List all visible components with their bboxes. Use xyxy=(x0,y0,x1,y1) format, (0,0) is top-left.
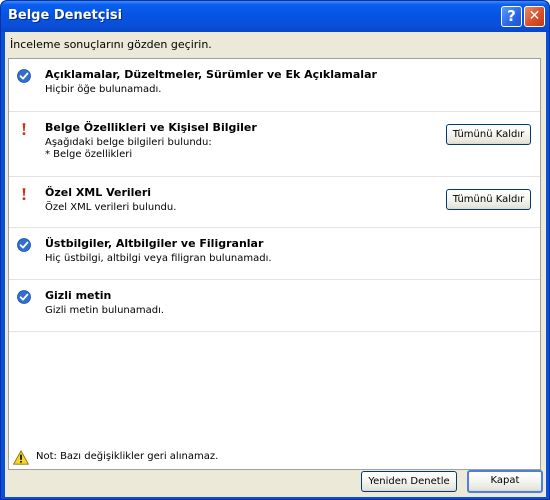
remove-all-button[interactable]: Tümünü Kaldır xyxy=(446,189,531,210)
section-details: Gizli metin bulunamadı. xyxy=(45,305,165,316)
help-button[interactable]: ? xyxy=(501,6,522,27)
section-details: Özel XML verileri bulundu. xyxy=(45,202,177,213)
section-custom-xml: Özel XML Verileri Özel XML verileri bulu… xyxy=(9,177,540,228)
section-heading: Gizli metin xyxy=(45,289,112,302)
dialog-body: İnceleme sonuçlarını gözden geçirin. Açı… xyxy=(5,32,546,497)
document-inspector-window: Belge Denetçisi ? ✕ İnceleme sonuçlarını… xyxy=(0,0,550,500)
section-heading: Özel XML Verileri xyxy=(45,186,152,199)
title-bar[interactable]: Belge Denetçisi ? ✕ xyxy=(1,1,549,32)
warning-icon xyxy=(13,450,29,465)
section-details: Aşağıdaki belge bilgileri bulundu: * Bel… xyxy=(45,137,212,160)
section-comments-revisions: Açıklamalar, Düzeltmeler, Sürümler ve Ek… xyxy=(9,59,540,112)
warning-text: Not: Bazı değişiklikler geri alınamaz. xyxy=(36,451,219,462)
section-heading: Açıklamalar, Düzeltmeler, Sürümler ve Ek… xyxy=(45,68,377,81)
exclamation-icon xyxy=(22,188,26,200)
section-heading: Belge Özellikleri ve Kişisel Bilgiler xyxy=(45,121,257,134)
check-circle-icon xyxy=(17,290,31,304)
results-panel: Açıklamalar, Düzeltmeler, Sürümler ve Ek… xyxy=(8,58,541,470)
remove-all-button[interactable]: Tümünü Kaldır xyxy=(446,124,531,145)
section-heading: Üstbilgiler, Altbilgiler ve Filigranlar xyxy=(45,237,264,250)
section-document-properties: Belge Özellikleri ve Kişisel Bilgiler Aş… xyxy=(9,112,540,177)
close-window-button[interactable]: ✕ xyxy=(524,6,545,27)
window-title: Belge Denetçisi xyxy=(8,8,123,23)
section-details: Hiç üstbilgi, altbilgi veya filigran bul… xyxy=(45,253,272,264)
exclamation-icon xyxy=(22,123,26,135)
close-button[interactable]: Kapat xyxy=(467,470,543,493)
section-hidden-text: Gizli metin Gizli metin bulunamadı. xyxy=(9,280,540,332)
section-details: Hiçbir öğe bulunamadı. xyxy=(45,84,162,95)
intro-text: İnceleme sonuçlarını gözden geçirin. xyxy=(10,38,212,51)
section-headers-footers: Üstbilgiler, Altbilgiler ve Filigranlar … xyxy=(9,228,540,280)
reinspect-button[interactable]: Yeniden Denetle xyxy=(361,471,457,492)
check-circle-icon xyxy=(17,69,31,83)
check-circle-icon xyxy=(17,238,31,252)
